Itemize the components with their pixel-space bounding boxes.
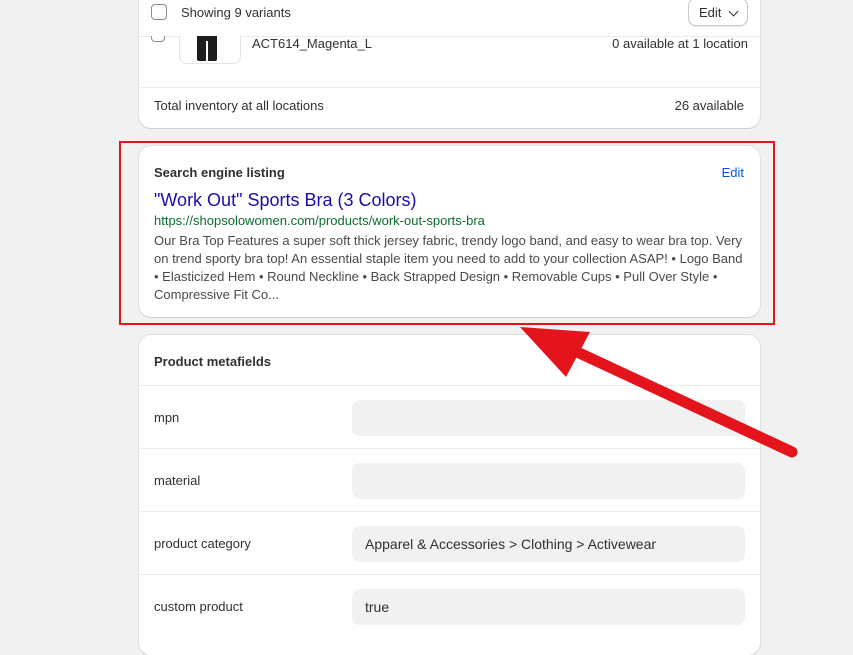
annotation-arrow-icon bbox=[520, 327, 798, 458]
